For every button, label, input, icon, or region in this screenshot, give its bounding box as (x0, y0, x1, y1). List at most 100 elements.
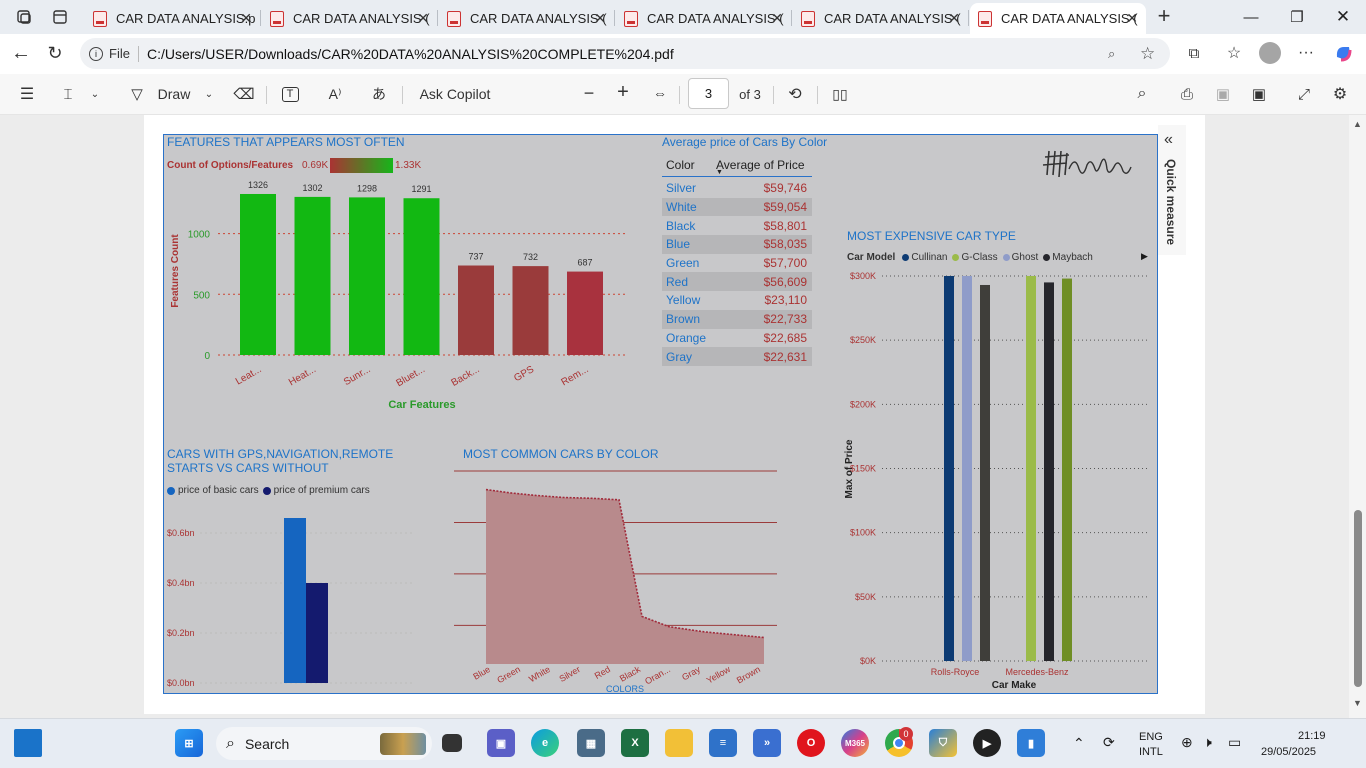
settings-gear-icon[interactable]: ⚙ (1329, 83, 1351, 105)
lang-label[interactable]: ENG (1139, 731, 1163, 743)
save-icon[interactable]: ▣ (1212, 83, 1234, 105)
task-view-icon[interactable] (442, 734, 462, 752)
rotate-icon[interactable]: ⟲ (784, 83, 806, 105)
bar[interactable] (306, 583, 328, 683)
legend-next-icon[interactable]: ▶ (1141, 251, 1148, 262)
volume-icon[interactable]: 🕨 (1203, 734, 1212, 751)
bar[interactable] (240, 193, 276, 355)
bar[interactable] (512, 266, 549, 355)
tab-active[interactable]: CAR DATA ANALYSIS ( ✕ (970, 3, 1146, 34)
legend-item[interactable]: Maybach (1043, 252, 1093, 263)
legend-item[interactable]: price of premium cars (262, 485, 370, 496)
close-tab-icon[interactable]: ✕ (1126, 10, 1138, 27)
globe-icon[interactable]: ⊕ (1181, 734, 1193, 751)
close-tab-icon[interactable]: ✕ (417, 10, 429, 27)
legend-item[interactable]: Cullinan (902, 252, 947, 263)
close-tab-icon[interactable]: ✕ (771, 10, 783, 27)
clock-date[interactable]: 29/05/2025 (1261, 746, 1316, 758)
minimize-button[interactable]: — (1228, 0, 1274, 34)
favorite-star-icon[interactable]: ☆ (1140, 44, 1155, 64)
opera-icon[interactable]: O (797, 729, 825, 757)
fullscreen-icon[interactable]: ⤢ (1293, 83, 1315, 105)
bar[interactable] (980, 284, 990, 661)
chevron-down-icon[interactable]: ⌄ (88, 84, 102, 104)
zoom-in-button[interactable]: + (612, 81, 634, 103)
bar[interactable] (1044, 282, 1054, 661)
info-icon[interactable]: i (89, 46, 103, 61)
page-number-input[interactable]: 3 (688, 78, 729, 109)
chevron-down-icon[interactable]: ⌄ (202, 84, 216, 104)
tab-2[interactable]: CAR DATA ANALYSIS (✕ (262, 3, 437, 34)
print-icon[interactable]: ⎙ (1176, 83, 1198, 105)
tab-actions-icon[interactable] (48, 6, 72, 28)
edge-icon[interactable]: e (531, 729, 559, 757)
tab-3[interactable]: CAR DATA ANALYSIS (✕ (439, 3, 614, 34)
file-explorer-icon[interactable] (665, 729, 693, 757)
workspaces-icon[interactable] (12, 6, 36, 28)
ask-copilot-button[interactable]: Ask Copilot (416, 84, 494, 104)
security-shield-icon[interactable]: ⛉ (929, 729, 957, 757)
close-tab-icon[interactable]: ✕ (948, 10, 960, 27)
quick-measure-panel[interactable]: « Quick measure (1158, 125, 1186, 255)
clock-time[interactable]: 21:19 (1298, 730, 1326, 742)
search-icon[interactable]: ⌕ (1131, 83, 1153, 105)
column-header-color[interactable]: Color (662, 158, 716, 172)
vertical-scrollbar[interactable]: ▲ ▼ (1349, 115, 1366, 718)
tab-1[interactable]: CAR DATA ANALYSIS.p ✕ (85, 3, 260, 34)
collapse-chevrons-icon[interactable]: « (1164, 131, 1173, 149)
taskbar-search[interactable]: ⌕ Search (216, 727, 432, 760)
bar[interactable] (349, 197, 385, 355)
bar[interactable] (962, 276, 972, 661)
bar[interactable] (294, 196, 331, 355)
more-menu-icon[interactable]: ··· (1295, 42, 1317, 64)
bar[interactable] (944, 276, 954, 661)
draw-icon[interactable]: ▽ (127, 84, 147, 104)
scroll-up-arrow[interactable]: ▲ (1353, 119, 1362, 129)
profile-avatar[interactable] (1259, 42, 1281, 64)
layout-label[interactable]: INTL (1139, 746, 1163, 758)
back-icon[interactable]: ← (10, 42, 32, 64)
media-player-icon[interactable]: ▶ (973, 729, 1001, 757)
teams-icon[interactable]: ▣ (487, 729, 515, 757)
start-windows-icon[interactable]: ⊞ (175, 729, 203, 757)
bar[interactable] (1062, 278, 1072, 661)
save-as-icon[interactable]: ▣ (1248, 83, 1270, 105)
battery-icon[interactable]: ▭ (1228, 734, 1241, 751)
network-icon[interactable]: ⟳ (1103, 734, 1115, 751)
bar[interactable] (403, 198, 440, 355)
new-tab-button[interactable]: + (1152, 3, 1176, 28)
power-automate-icon[interactable]: » (753, 729, 781, 757)
bar[interactable] (458, 265, 494, 355)
legend-item[interactable]: G-Class (952, 252, 998, 263)
legend-item[interactable]: Ghost (1002, 252, 1038, 263)
tab-4[interactable]: CAR DATA ANALYSIS (✕ (616, 3, 791, 34)
column-header-price[interactable]: Average of Price (716, 158, 805, 172)
extensions-icon[interactable]: ⧉ (1184, 43, 1204, 63)
zoom-out-button[interactable]: − (578, 82, 600, 104)
bar[interactable] (567, 271, 603, 355)
excel-icon[interactable]: X (621, 729, 649, 757)
fit-width-icon[interactable]: ⇔ (649, 83, 671, 103)
highlight-icon[interactable]: ⌶ (58, 84, 78, 104)
draw-button[interactable]: Draw (156, 84, 192, 104)
zoom-icon[interactable]: ⌕ (1108, 46, 1115, 62)
maximize-button[interactable]: ❐ (1274, 0, 1320, 34)
favorites-icon[interactable]: ☆ (1224, 43, 1244, 63)
scroll-down-arrow[interactable]: ▼ (1353, 698, 1362, 708)
contents-icon[interactable]: ☰ (17, 84, 37, 104)
bar[interactable] (1026, 276, 1036, 661)
notepad-icon[interactable]: ≡ (709, 729, 737, 757)
translate-icon[interactable]: あ (368, 84, 390, 104)
tab-5[interactable]: CAR DATA ANALYSIS (✕ (793, 3, 968, 34)
m365-icon[interactable]: M365 (841, 729, 869, 757)
url-field[interactable]: i File C:/Users/USER/Downloads/CAR%20DAT… (80, 38, 1170, 69)
bar[interactable] (284, 518, 306, 683)
scroll-thumb[interactable] (1354, 510, 1362, 687)
refresh-icon[interactable]: ↻ (44, 42, 66, 64)
power-bi-icon[interactable]: ▮ (1017, 729, 1045, 757)
widgets-icon[interactable] (14, 729, 42, 757)
tray-chevron-up-icon[interactable]: ⌃ (1073, 735, 1085, 752)
close-window-button[interactable]: ✕ (1320, 0, 1366, 34)
read-aloud-icon[interactable]: A⁾ (324, 84, 346, 104)
text-box-icon[interactable]: T (279, 84, 301, 104)
